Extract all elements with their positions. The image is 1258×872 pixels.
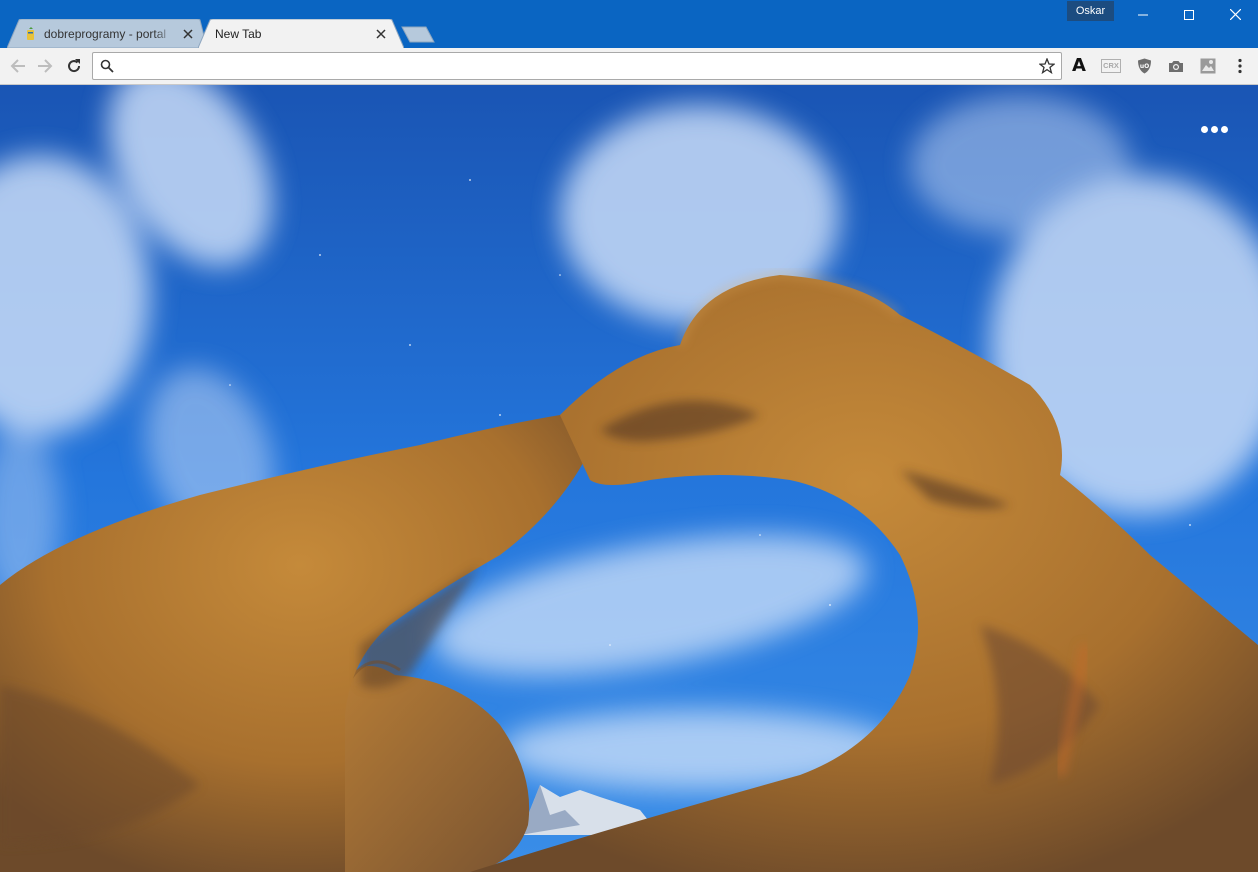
crx-extension-icon[interactable]: CRX <box>1101 57 1121 75</box>
reload-button[interactable] <box>64 56 84 76</box>
arch-landscape-image <box>0 85 1258 872</box>
dot <box>1201 126 1208 133</box>
profile-button[interactable]: Oskar <box>1067 1 1114 21</box>
minimize-icon <box>1138 14 1148 15</box>
new-tab-button[interactable] <box>401 26 435 43</box>
crx-label: CRX <box>1101 59 1121 73</box>
dot <box>1211 126 1218 133</box>
window-titlebar: Oskar dobreprogramy - portal New Tab <box>0 0 1258 48</box>
camera-button[interactable] <box>1167 57 1185 75</box>
chrome-menu-icon <box>1238 58 1242 74</box>
tab-title: New Tab <box>215 27 262 41</box>
maximize-icon <box>1184 9 1194 20</box>
dot <box>1221 126 1228 133</box>
minimize-button[interactable] <box>1120 0 1166 29</box>
tab-dobreprogramy[interactable]: dobreprogramy - portal <box>7 19 207 48</box>
back-button[interactable] <box>8 56 28 76</box>
forward-arrow-icon <box>38 59 53 73</box>
tab-close-icon[interactable] <box>182 28 194 40</box>
back-arrow-icon <box>10 59 25 73</box>
bookmark-star-icon[interactable] <box>1039 58 1055 74</box>
close-window-button[interactable] <box>1212 0 1258 29</box>
dobreprogramy-favicon <box>27 27 34 40</box>
close-icon <box>1229 9 1241 20</box>
browser-toolbar: A CRX uO <box>0 48 1258 85</box>
ublock-button[interactable]: uO <box>1135 57 1153 75</box>
omnibox[interactable] <box>92 52 1062 80</box>
more-horizontal-icon[interactable] <box>1200 123 1230 137</box>
image-extension-icon <box>1200 58 1216 74</box>
address-input[interactable] <box>121 56 1021 76</box>
svg-text:uO: uO <box>1139 63 1148 70</box>
extension-a-icon[interactable]: A <box>1070 57 1088 75</box>
forward-button[interactable] <box>35 56 55 76</box>
search-icon <box>100 59 114 73</box>
camera-icon <box>1169 61 1183 72</box>
maximize-button[interactable] <box>1166 0 1212 29</box>
ublock-icon: uO <box>1137 58 1151 74</box>
tab-close-icon[interactable] <box>375 28 387 40</box>
tab-new-tab[interactable]: New Tab <box>198 19 404 48</box>
chrome-menu-button[interactable] <box>1231 57 1249 75</box>
reload-icon <box>68 59 81 73</box>
image-extension-button[interactable] <box>1199 57 1217 75</box>
tab-title: dobreprogramy - portal <box>44 27 167 41</box>
new-tab-background-image <box>0 85 1258 872</box>
